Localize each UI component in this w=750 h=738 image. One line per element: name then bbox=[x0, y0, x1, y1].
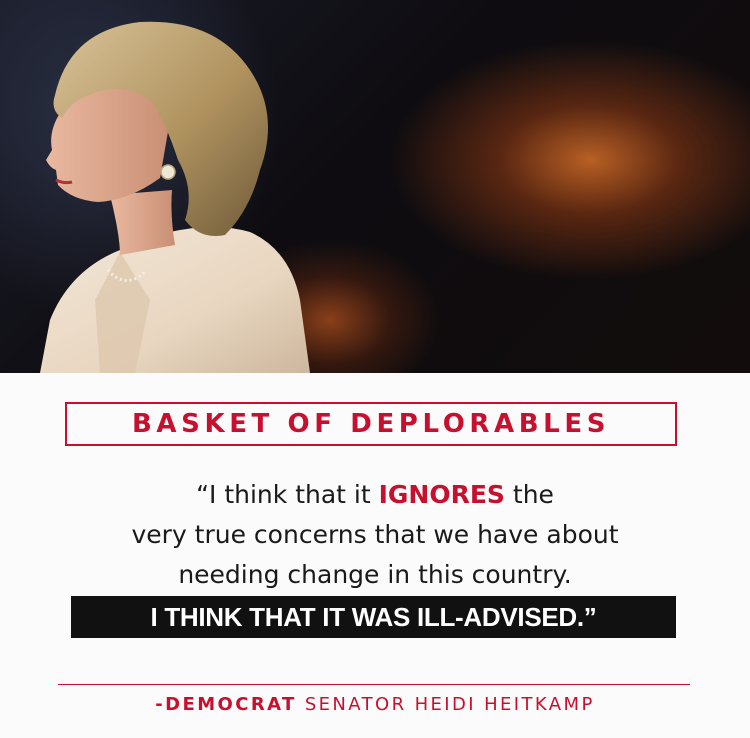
graphic-canvas: BASKET OF DEPLORABLES “I think that it I… bbox=[0, 0, 750, 738]
divider-line bbox=[58, 684, 690, 685]
quote-line-3: needing change in this country. bbox=[178, 560, 572, 589]
attribution-party: -DEMOCRAT bbox=[155, 694, 297, 715]
quote-panel: BASKET OF DEPLORABLES “I think that it I… bbox=[0, 373, 750, 738]
portrait-illustration bbox=[40, 21, 310, 373]
highlight-bar: I THINK THAT IT WAS ILL-ADVISED.” bbox=[71, 596, 676, 638]
quote-line-1-before: “I think that it bbox=[196, 480, 379, 509]
attribution-name: SENATOR HEIDI HEITKAMP bbox=[296, 694, 595, 715]
jacket-shape bbox=[40, 227, 310, 373]
quote-emphasis-ignores: IGNORES bbox=[378, 480, 505, 509]
attribution: -DEMOCRAT SENATOR HEIDI HEITKAMP bbox=[0, 694, 750, 715]
neck-shape bbox=[110, 190, 175, 255]
headline-title: BASKET OF DEPLORABLES bbox=[131, 409, 611, 439]
quote-line-1-after: the bbox=[504, 480, 554, 509]
portrait-photo bbox=[0, 0, 750, 373]
quote-line-1: “I think that it IGNORES the bbox=[0, 480, 750, 509]
headline-box: BASKET OF DEPLORABLES bbox=[65, 402, 677, 446]
earring-shape bbox=[160, 164, 176, 180]
quote-highlight-text: I THINK THAT IT WAS ILL-ADVISED.” bbox=[150, 601, 597, 632]
quote-line-2: very true concerns that we have about bbox=[131, 520, 619, 549]
